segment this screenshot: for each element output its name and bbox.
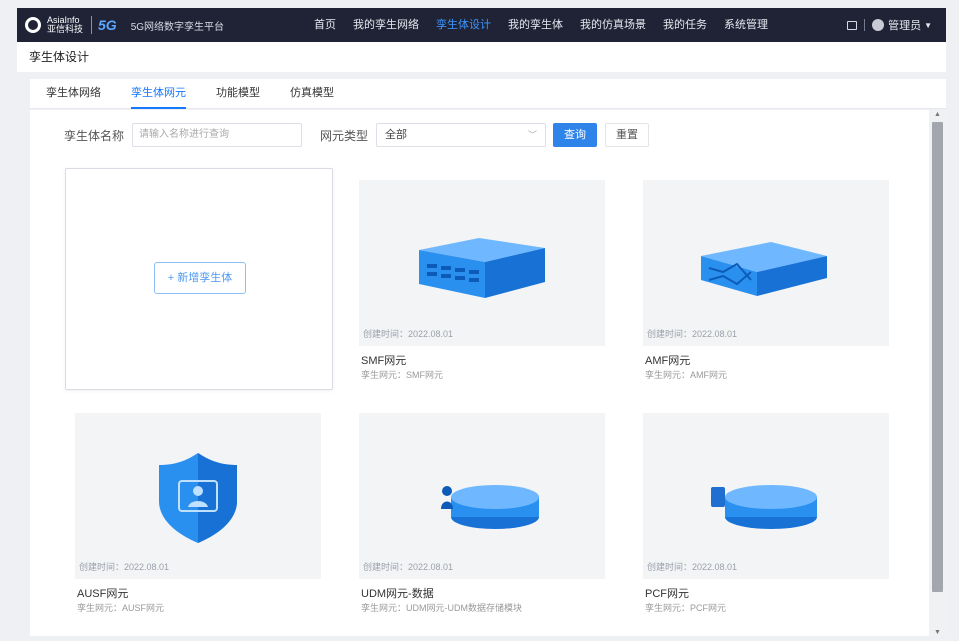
- brand-name: AsiaInfo 亚信科技: [47, 16, 85, 34]
- card-subtitle: 孪生网元：PCF网元: [645, 603, 727, 613]
- user-divider: [864, 19, 866, 31]
- twin-card-pcf[interactable]: 创建时间：2022.08.01 PCF网元 孪生网元：PCF网元: [633, 401, 901, 623]
- brand-5g-badge: 5G: [98, 17, 117, 33]
- nav-item-my-tasks[interactable]: 我的任务: [663, 8, 707, 42]
- content-panel: 孪生体名称 请输入名称进行查询 网元类型 全部 ﹀ 查询 重置 + 新增孪生体 …: [30, 110, 946, 636]
- card-created-date: 创建时间：2022.08.01: [79, 562, 170, 572]
- scroll-down-arrow-icon[interactable]: ▼: [934, 629, 941, 636]
- nav-item-my-twins[interactable]: 我的孪生体: [508, 8, 563, 42]
- card-subtitle: 孪生网元：SMF网元: [361, 370, 443, 380]
- add-twin-card[interactable]: + 新增孪生体: [65, 168, 333, 390]
- card-title: AMF网元: [645, 355, 691, 367]
- scrollbar-thumb[interactable]: [932, 122, 943, 592]
- card-thumbnail: 创建时间：2022.08.01: [643, 180, 889, 346]
- type-select-value: 全部: [385, 129, 408, 141]
- type-filter-label: 网元类型: [320, 128, 369, 143]
- card-thumbnail: 创建时间：2022.08.01: [643, 413, 889, 579]
- add-twin-button[interactable]: + 新增孪生体: [154, 262, 246, 294]
- card-title: UDM网元-数据: [361, 588, 434, 600]
- tab-twin-network[interactable]: 孪生体网络: [46, 78, 101, 108]
- page-title: 孪生体设计: [17, 42, 946, 72]
- card-thumbnail: 创建时间：2022.08.01: [359, 413, 605, 579]
- nav-item-home[interactable]: 首页: [314, 8, 336, 42]
- card-thumbnail: 创建时间：2022.08.01: [75, 413, 321, 579]
- card-thumbnail: 创建时间：2022.08.01: [359, 180, 605, 346]
- card-created-date: 创建时间：2022.08.01: [363, 329, 454, 339]
- top-navigation-bar: AsiaInfo 亚信科技 5G 5G网络数字孪生平台 首页 我的孪生网络 孪生…: [17, 8, 946, 42]
- type-select[interactable]: 全部 ﹀: [376, 123, 547, 147]
- brand-divider: [91, 16, 92, 34]
- filter-row: 孪生体名称 请输入名称进行查询 网元类型 全部 ﹀: [64, 122, 547, 148]
- chevron-down-icon: ﹀: [528, 130, 538, 140]
- search-button[interactable]: 查询: [553, 123, 597, 147]
- tab-function-model[interactable]: 功能模型: [216, 78, 260, 108]
- caret-down-icon[interactable]: ▼: [924, 21, 932, 30]
- nav-item-twin-design[interactable]: 孪生体设计: [436, 8, 491, 42]
- reset-button[interactable]: 重置: [605, 123, 649, 147]
- brand-subtitle: 5G网络数字孪生平台: [130, 21, 225, 33]
- top-nav-menu: 首页 我的孪生网络 孪生体设计 我的孪生体 我的仿真场景 我的任务 系统管理: [314, 8, 785, 42]
- nav-item-system-admin[interactable]: 系统管理: [724, 8, 768, 42]
- nav-item-my-scenes[interactable]: 我的仿真场景: [580, 8, 646, 42]
- vertical-scrollbar[interactable]: ▲ ▼: [929, 110, 946, 636]
- brand-logo-icon: [25, 17, 41, 33]
- nav-item-my-twin-network[interactable]: 我的孪生网络: [353, 8, 419, 42]
- server-icon: [419, 238, 545, 298]
- shield-icon: [159, 453, 237, 543]
- tab-simulation-model[interactable]: 仿真模型: [290, 78, 334, 108]
- tab-strip: 孪生体网络 孪生体网元 功能模型 仿真模型: [30, 79, 946, 109]
- card-created-date: 创建时间：2022.08.01: [647, 562, 738, 572]
- card-subtitle: 孪生网元：UDM网元-UDM数据存储模块: [361, 603, 522, 613]
- scroll-up-arrow-icon[interactable]: ▲: [934, 111, 941, 118]
- card-subtitle: 孪生网元：AMF网元: [645, 370, 727, 380]
- twin-card-smf[interactable]: 创建时间：2022.08.01 SMF网元 孪生网元：SMF网元: [349, 168, 617, 390]
- switch-icon: [701, 242, 827, 296]
- policy-icon: [711, 485, 817, 529]
- card-title: SMF网元: [361, 355, 407, 367]
- card-subtitle: 孪生网元：AUSF网元: [77, 603, 165, 613]
- name-filter-label: 孪生体名称: [64, 128, 125, 143]
- user-name[interactable]: 管理员: [888, 17, 921, 33]
- message-icon[interactable]: [847, 20, 858, 30]
- twin-card-amf[interactable]: 创建时间：2022.08.01 AMF网元 孪生网元：AMF网元: [633, 168, 901, 390]
- tab-twin-element[interactable]: 孪生体网元: [131, 78, 186, 109]
- card-created-date: 创建时间：2022.08.01: [647, 329, 738, 339]
- card-title: AUSF网元: [77, 588, 129, 600]
- database-icon: [441, 485, 539, 529]
- twin-card-udm[interactable]: 创建时间：2022.08.01 UDM网元-数据 孪生网元：UDM网元-UDM数…: [349, 401, 617, 623]
- card-created-date: 创建时间：2022.08.01: [363, 562, 454, 572]
- name-search-input[interactable]: 请输入名称进行查询: [132, 123, 303, 147]
- brand[interactable]: AsiaInfo 亚信科技 5G 5G网络数字孪生平台: [25, 16, 224, 34]
- avatar[interactable]: [872, 19, 885, 31]
- twin-card-ausf[interactable]: 创建时间：2022.08.01 AUSF网元 孪生网元：AUSF网元: [65, 401, 333, 623]
- brand-name-line2: 亚信科技: [47, 24, 84, 34]
- user-area: 管理员 ▼: [847, 8, 932, 42]
- card-title: PCF网元: [645, 588, 689, 600]
